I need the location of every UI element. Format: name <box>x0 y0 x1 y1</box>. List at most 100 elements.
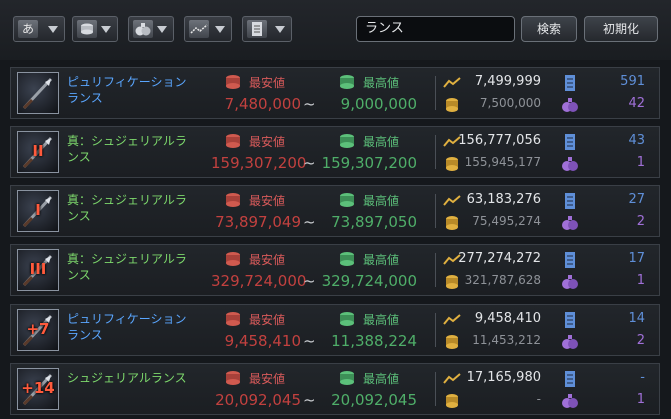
listing-count: 591 <box>561 74 645 92</box>
item-name-line2: ランス <box>67 91 103 105</box>
trade-count: 42 <box>561 96 645 114</box>
reset-button[interactable]: 初期化 <box>584 16 658 42</box>
highest-price-label: 最高値 <box>337 370 427 386</box>
highest-price-value: 329,724,000 <box>321 272 417 290</box>
money-bag-icon <box>562 275 578 289</box>
money-bag-icon <box>562 157 578 171</box>
listing-count-value: - <box>640 370 645 385</box>
red-coin-stack-icon <box>226 252 240 266</box>
column-divider <box>435 194 436 228</box>
lowest-price-text: 最安値 <box>249 194 286 208</box>
trade-count-value: 1 <box>636 155 645 170</box>
item-row[interactable]: +7 ピュリフィケーション ランス 最安値 最高値 9,458,410 ~11,388,22… <box>10 304 660 356</box>
lowest-price-text: 最安値 <box>249 76 286 90</box>
highest-price-label: 最高値 <box>337 133 427 149</box>
lance-item-icon: III <box>17 249 59 291</box>
scroll-icon <box>565 312 575 328</box>
trade-count: 1 <box>561 155 645 173</box>
recent-price-value: 156,777,056 <box>458 133 541 148</box>
highest-price-text: 最高値 <box>363 313 400 327</box>
scroll-icon <box>247 20 267 38</box>
lowest-price-value: 7,480,000 <box>224 95 301 113</box>
lowest-price-value: 159,307,200 <box>211 154 307 172</box>
coin-stack-icon <box>77 20 97 38</box>
red-coin-stack-icon <box>226 371 240 385</box>
highest-price-label: 最高値 <box>337 251 427 267</box>
chevron-down-icon <box>215 26 225 33</box>
trade-count-value: 42 <box>628 96 645 111</box>
recent-price: 9,458,410 <box>443 311 553 329</box>
column-divider <box>435 135 436 169</box>
recent-price: 17,165,980 <box>443 370 553 388</box>
trend-filter-dropdown[interactable] <box>184 16 232 42</box>
lowest-price-text: 最安値 <box>249 372 286 386</box>
lowest-price-text: 最安値 <box>249 313 286 327</box>
green-coin-stack-icon <box>340 193 354 207</box>
gold-coin-stack-icon <box>446 157 458 171</box>
listing-count-value: 14 <box>628 311 645 326</box>
item-name-line1: ピュリフィケーション <box>67 312 187 326</box>
range-separator: ~ <box>303 213 316 231</box>
highest-price-label: 最高値 <box>337 74 427 90</box>
listing-count-value: 43 <box>628 133 645 148</box>
filter-toolbar: あ ランス 検索 初期化 <box>0 0 671 60</box>
trend-line-icon <box>443 314 461 325</box>
gold-coin-stack-icon <box>446 335 458 349</box>
average-price-value: 75,495,274 <box>472 214 541 228</box>
lance-item-icon: +14 <box>17 368 59 410</box>
trade-count-value: 2 <box>636 333 645 348</box>
item-row[interactable]: I 真：シュジェリアルラ ンス 最安値 最高値 73,897,049 ~73,897,050… <box>10 185 660 237</box>
chevron-down-icon <box>101 26 111 33</box>
money-bag-icon <box>562 394 578 408</box>
recent-price: 63,183,276 <box>443 192 553 210</box>
green-coin-stack-icon <box>340 371 354 385</box>
lowest-price-label: 最安値 <box>223 133 313 149</box>
enhance-level-badge: +7 <box>26 320 50 338</box>
trade-count: 2 <box>561 214 645 232</box>
search-button[interactable]: 検索 <box>521 16 577 42</box>
average-price-value: 11,453,212 <box>472 333 541 347</box>
gold-coin-stack-icon <box>446 275 458 289</box>
item-name-line1: 真：シュジェリアルラ <box>67 193 187 207</box>
lowest-price-value: 20,092,045 <box>215 391 301 409</box>
recent-price-value: 7,499,999 <box>474 74 541 89</box>
lowest-price-label: 最安値 <box>223 74 313 90</box>
item-row[interactable]: III 真：シュジェリアルラ ンス 最安値 最高値 329,724,000 ~329,724… <box>10 244 660 296</box>
column-divider <box>435 253 436 287</box>
enhance-level-badge: II <box>32 142 44 160</box>
lance-item-icon <box>17 72 59 114</box>
listing-count: 17 <box>561 251 645 269</box>
highest-price-value: 159,307,200 <box>321 154 417 172</box>
coin-filter-dropdown[interactable] <box>72 16 118 42</box>
grade-filter-dropdown[interactable]: あ <box>13 16 65 42</box>
scroll-filter-dropdown[interactable] <box>242 16 292 42</box>
money-bag-icon <box>562 98 578 112</box>
listing-count: - <box>561 370 645 388</box>
item-row[interactable]: +14 シュジェリアルランス 最安値 最高値 20,092,045 ~20,092,045… <box>10 363 660 415</box>
item-name-line2: ンス <box>67 268 91 282</box>
range-separator: ~ <box>303 154 316 172</box>
lowest-price-value: 329,724,000 <box>211 272 307 290</box>
recent-price: 7,499,999 <box>443 74 553 92</box>
average-price: 155,945,177 <box>443 155 553 173</box>
bag-filter-dropdown[interactable] <box>128 16 174 42</box>
hiragana-a-icon: あ <box>18 20 38 38</box>
listing-count: 43 <box>561 133 645 151</box>
listing-count-value: 27 <box>628 192 645 207</box>
recent-price-value: 63,183,276 <box>466 192 541 207</box>
item-row[interactable]: ピュリフィケーション ランス 最安値 最高値 7,480,000 ~9,000,000 7,… <box>10 67 660 119</box>
lowest-price-label: 最安値 <box>223 251 313 267</box>
highest-price-value: 20,092,045 <box>331 391 417 409</box>
highest-price-text: 最高値 <box>363 76 400 90</box>
average-price-value: 7,500,000 <box>479 96 541 110</box>
average-price: 11,453,212 <box>443 333 553 351</box>
listing-count-value: 17 <box>628 251 645 266</box>
lowest-price-label: 最安値 <box>223 370 313 386</box>
column-divider <box>435 76 436 110</box>
listing-count: 14 <box>561 311 645 329</box>
red-coin-stack-icon <box>226 134 240 148</box>
search-input[interactable]: ランス <box>356 16 515 42</box>
item-row[interactable]: II 真：シュジェリアルラ ンス 最安値 最高値 159,307,200 ~159,307,… <box>10 126 660 178</box>
item-name-line2: ンス <box>67 150 91 164</box>
chevron-down-icon <box>275 26 285 33</box>
